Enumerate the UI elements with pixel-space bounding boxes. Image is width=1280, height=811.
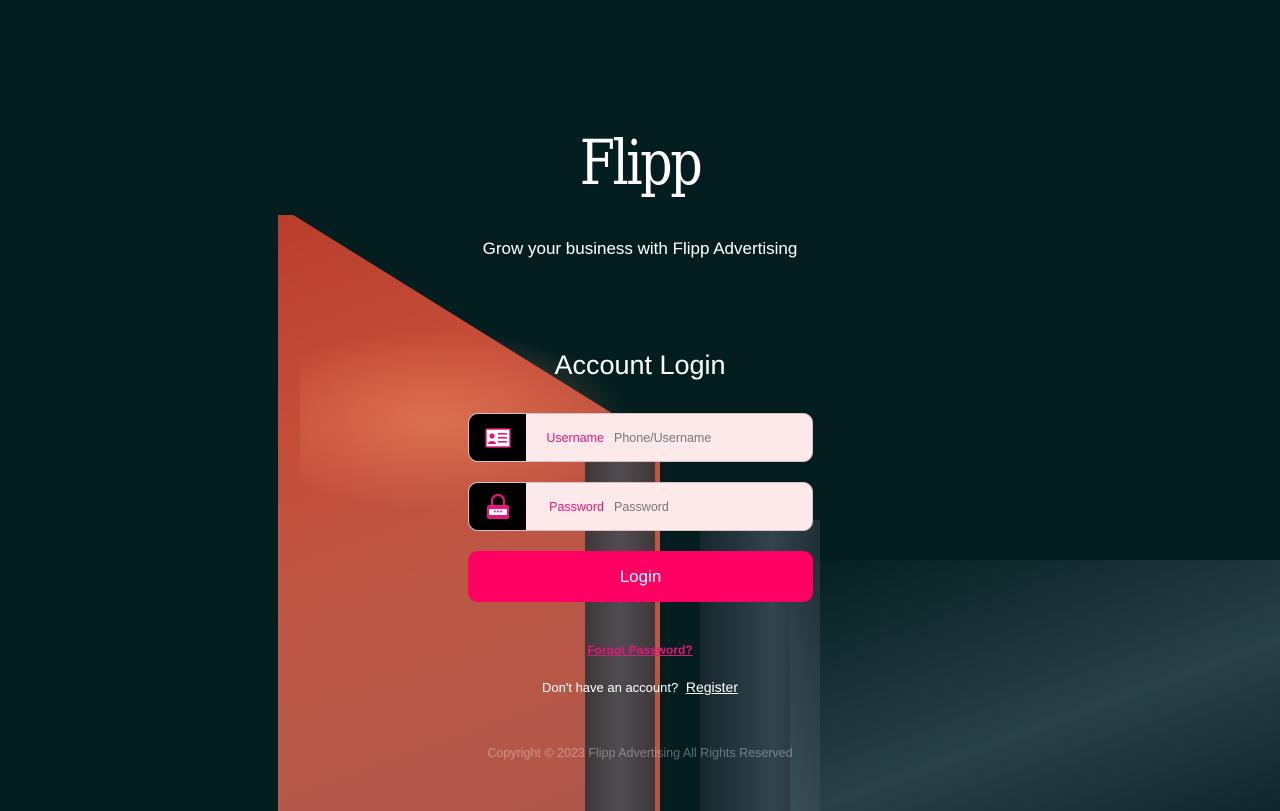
tagline: Grow your business with Flipp Advertisin… <box>482 239 798 258</box>
register-prompt: Don't have an account? <box>542 680 679 695</box>
password-field[interactable]: *** Password <box>468 482 813 531</box>
username-field[interactable]: Username <box>468 413 813 462</box>
id-card-icon <box>484 427 511 448</box>
login-content: Flipp Grow your business with Flipp Adve… <box>0 0 1280 811</box>
username-input[interactable] <box>614 414 812 461</box>
flipp-logo: Flipp <box>579 126 703 199</box>
password-label: Password <box>549 499 604 514</box>
forgot-password-link[interactable]: Forgot Password? <box>540 643 740 657</box>
password-icon-box: *** <box>469 483 526 530</box>
register-line: Don't have an account? Register <box>440 679 840 695</box>
register-link[interactable]: Register <box>686 679 738 695</box>
password-input[interactable] <box>614 483 812 530</box>
svg-text:***: *** <box>493 509 503 516</box>
username-icon-box <box>469 414 526 461</box>
lock-icon: *** <box>486 493 509 519</box>
copyright-text: Copyright © 2023 Flipp Advertising All R… <box>487 746 793 760</box>
login-button[interactable]: Login <box>468 551 813 602</box>
username-label: Username <box>546 430 604 445</box>
login-title: Account Login <box>554 350 726 380</box>
login-page: Flipp Grow your business with Flipp Adve… <box>0 0 1280 811</box>
